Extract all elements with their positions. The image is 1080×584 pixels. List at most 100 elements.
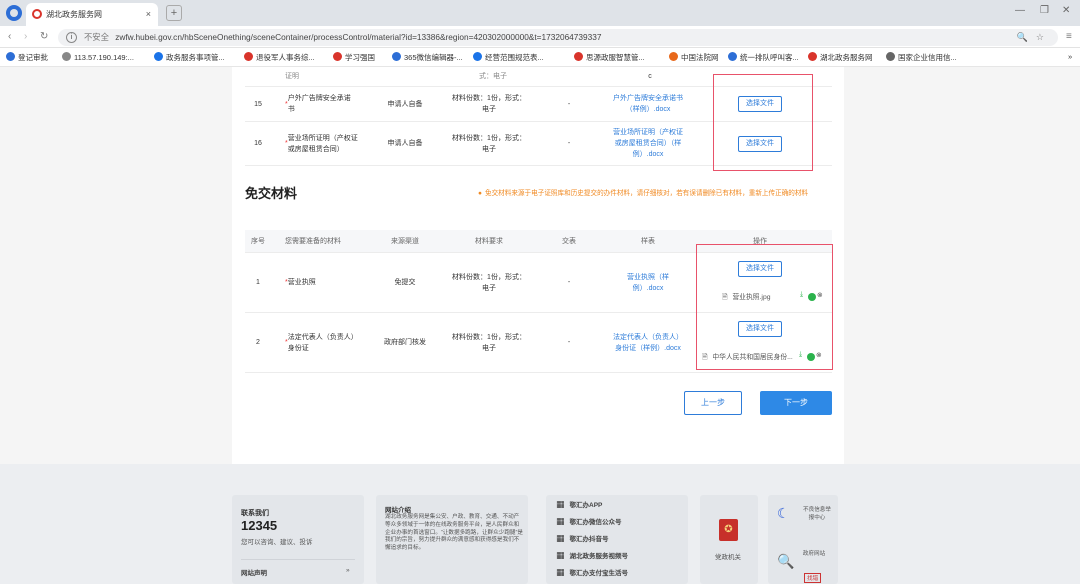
minimize-icon[interactable]: — xyxy=(1015,5,1025,16)
source: 免提交 xyxy=(394,279,416,286)
app-link[interactable]: ▦ 湖北政务服务视频号 xyxy=(556,550,628,561)
header-cell: 材料要求 xyxy=(475,237,503,245)
bookmark-icon xyxy=(6,52,15,61)
app-link[interactable]: ▦ 鄂汇办支付宝生活号 xyxy=(556,567,628,578)
site-statement-link[interactable]: 网站声明 xyxy=(241,567,267,577)
exempt-value: - xyxy=(567,279,571,286)
material-name: * 营业场所证明（产权证或房屋租赁合同） xyxy=(285,134,358,153)
apps-box: ▦ 鄂汇办APP ▦ 鄂汇办微信公众号 ▦ 鄂汇办抖音号 ▦ 湖北政务服务视频号 ▦ 鄂汇办支付宝… xyxy=(546,495,688,584)
bookmark-icon xyxy=(154,52,163,61)
zoom-icon[interactable]: 🔍 xyxy=(1017,29,1028,46)
not-secure-label: 不安全 xyxy=(84,32,109,42)
source: 申请人自备 xyxy=(387,100,423,108)
section-title: 免交材料 xyxy=(245,186,298,201)
close-window-icon[interactable]: ✕ xyxy=(1062,5,1070,16)
requirement: 材料份数：1份，形式：电子 xyxy=(452,333,526,352)
back-icon[interactable]: ‹ xyxy=(8,31,11,42)
site-favicon-icon xyxy=(32,9,42,19)
bookmark-icon xyxy=(473,52,482,61)
reload-icon[interactable]: ↻ xyxy=(40,31,48,42)
highlight-box xyxy=(696,244,833,370)
row-number: 1 xyxy=(256,279,260,286)
bookmark-item[interactable]: 113.57.190.149:... xyxy=(62,52,134,62)
row-number: 2 xyxy=(256,339,260,346)
tab-close-icon[interactable]: × xyxy=(146,3,151,26)
exempt-value: - xyxy=(567,100,571,108)
bookmark-star-icon[interactable]: ☆ xyxy=(1036,29,1044,46)
source: 申请人自备 xyxy=(387,140,423,147)
party-emblem-icon: ✪ xyxy=(719,519,738,541)
exempt-value: - xyxy=(567,339,571,346)
app-link[interactable]: ▦ 鄂汇办微信公众号 xyxy=(556,516,622,527)
bookmarks-bar: 登记审批 113.57.190.149:... 政务服务事项管... 退役军人事务综.… xyxy=(0,48,1080,67)
partial-cell: c xyxy=(648,73,652,80)
bookmark-item[interactable]: 思源政服智慧管... xyxy=(574,52,645,63)
arrow-icon: » xyxy=(346,567,350,574)
app-link[interactable]: ▦ 鄂汇办抖音号 xyxy=(556,533,609,544)
bookmark-item[interactable]: 统一排队呼叫客... xyxy=(728,52,799,63)
bookmark-item[interactable]: 学习强国 xyxy=(333,52,375,63)
header-cell: 来源渠道 xyxy=(391,237,419,245)
more-bookmarks-icon[interactable]: » xyxy=(1068,52,1072,61)
sample-link[interactable]: 营业场所证明（产权证或房屋租赁合同）（样例）.docx xyxy=(613,122,683,165)
browser-logo-icon xyxy=(6,5,22,21)
source: 政府部门核发 xyxy=(384,339,426,346)
intro-text: 湖北政务服务网是集公安、户政、教育、交通、不动产等众多领域于一体的在线政务服务平… xyxy=(385,514,523,552)
bookmark-icon xyxy=(728,52,737,61)
contact-title: 联系我们 xyxy=(241,510,269,517)
browser-tab[interactable]: 湖北政务服务网 × xyxy=(26,3,158,26)
address-bar-row: ‹ › ↻ i 不安全 zwfw.hubei.gov.cn/hbSceneOne… xyxy=(0,26,1080,48)
qr-code-icon: ▦ xyxy=(556,567,565,577)
intro-title: 网站介绍 xyxy=(385,507,411,514)
sample-link[interactable]: 营业执照（样例）.docx xyxy=(613,253,683,312)
row-number: 16 xyxy=(254,140,262,147)
menu-icon[interactable]: ≡ xyxy=(1066,31,1072,42)
new-tab-button[interactable]: + xyxy=(166,5,182,21)
qr-code-icon: ▦ xyxy=(556,533,565,543)
tab-title: 湖北政务服务网 xyxy=(46,10,102,19)
contact-box: 联系我们 12345 您可以咨询、建议、投诉 网站声明 » xyxy=(232,495,364,584)
contact-desc: 您可以咨询、建议、投诉 xyxy=(241,539,313,546)
error-button-label: 找错 xyxy=(804,573,822,583)
app-link[interactable]: ▦ 鄂汇办APP xyxy=(556,499,602,510)
highlight-box xyxy=(713,74,813,171)
next-step-button[interactable]: 下一步 xyxy=(760,391,832,415)
bookmark-icon xyxy=(392,52,401,61)
bookmark-item[interactable]: 退役军人事务综... xyxy=(244,52,315,63)
party-box[interactable]: ✪ 党政机关 xyxy=(700,495,758,584)
url-field[interactable]: i 不安全 zwfw.hubei.gov.cn/hbSceneOnething/… xyxy=(58,29,1058,46)
report-center-icon: ☾ xyxy=(777,505,790,521)
maximize-icon[interactable]: ❐ xyxy=(1040,5,1049,16)
notice-text: 免交材料来源于电子证照库和历史提交的办件材料，请仔细核对，若有误请删除已有材料，… xyxy=(478,187,808,197)
bookmark-icon xyxy=(886,52,895,61)
bookmark-item[interactable]: 经营范围规范表... xyxy=(473,52,544,63)
header-cell: 您需要准备的材料 xyxy=(285,237,341,245)
error-site-label: 政府网站 xyxy=(802,551,826,557)
hotline[interactable]: 12345 xyxy=(241,518,277,533)
intro-box: 网站介绍 湖北政务服务网是集公安、户政、教育、交通、不动产等众多领域于一体的在线… xyxy=(376,495,528,584)
bookmark-item[interactable]: 国家企业信用信... xyxy=(886,52,957,63)
sample-link[interactable]: 法定代表人（负责人）身份证（样例）.docx xyxy=(613,313,683,372)
bookmark-item[interactable]: 湖北政务服务网 xyxy=(808,52,873,63)
header-cell: 样表 xyxy=(641,237,655,245)
qr-code-icon: ▦ xyxy=(556,550,565,560)
bookmark-icon xyxy=(669,52,678,61)
footer: 联系我们 12345 您可以咨询、建议、投诉 网站声明 » 网站介绍 湖北政务服… xyxy=(0,464,1080,584)
forward-icon[interactable]: › xyxy=(24,31,27,42)
partial-cell: 式：电子 xyxy=(479,73,507,80)
bookmark-icon xyxy=(62,52,71,61)
bookmark-icon xyxy=(333,52,342,61)
material-name: * 法定代表人（负责人）身份证 xyxy=(285,333,358,352)
report-box[interactable]: ☾ 不良信息举报中心 🔍 政府网站 找错 xyxy=(768,495,838,584)
qr-code-icon: ▦ xyxy=(556,516,565,526)
bookmark-icon xyxy=(808,52,817,61)
sample-link[interactable]: 户外广告牌安全承诺书（样例）.docx xyxy=(613,87,683,121)
prev-step-button[interactable]: 上一步 xyxy=(684,391,742,415)
bookmark-item[interactable]: 政务服务事项管... xyxy=(154,52,225,63)
browser-tab-bar: 湖北政务服务网 × + — ❐ ✕ xyxy=(0,0,1080,26)
bookmark-item[interactable]: 中国法院网 xyxy=(669,52,719,63)
row-number: 15 xyxy=(254,100,262,108)
bookmark-item[interactable]: 登记审批 xyxy=(6,52,48,63)
requirement: 材料份数：1份，形式：电子 xyxy=(452,95,526,113)
bookmark-item[interactable]: 365微信编辑器-... xyxy=(392,52,463,63)
